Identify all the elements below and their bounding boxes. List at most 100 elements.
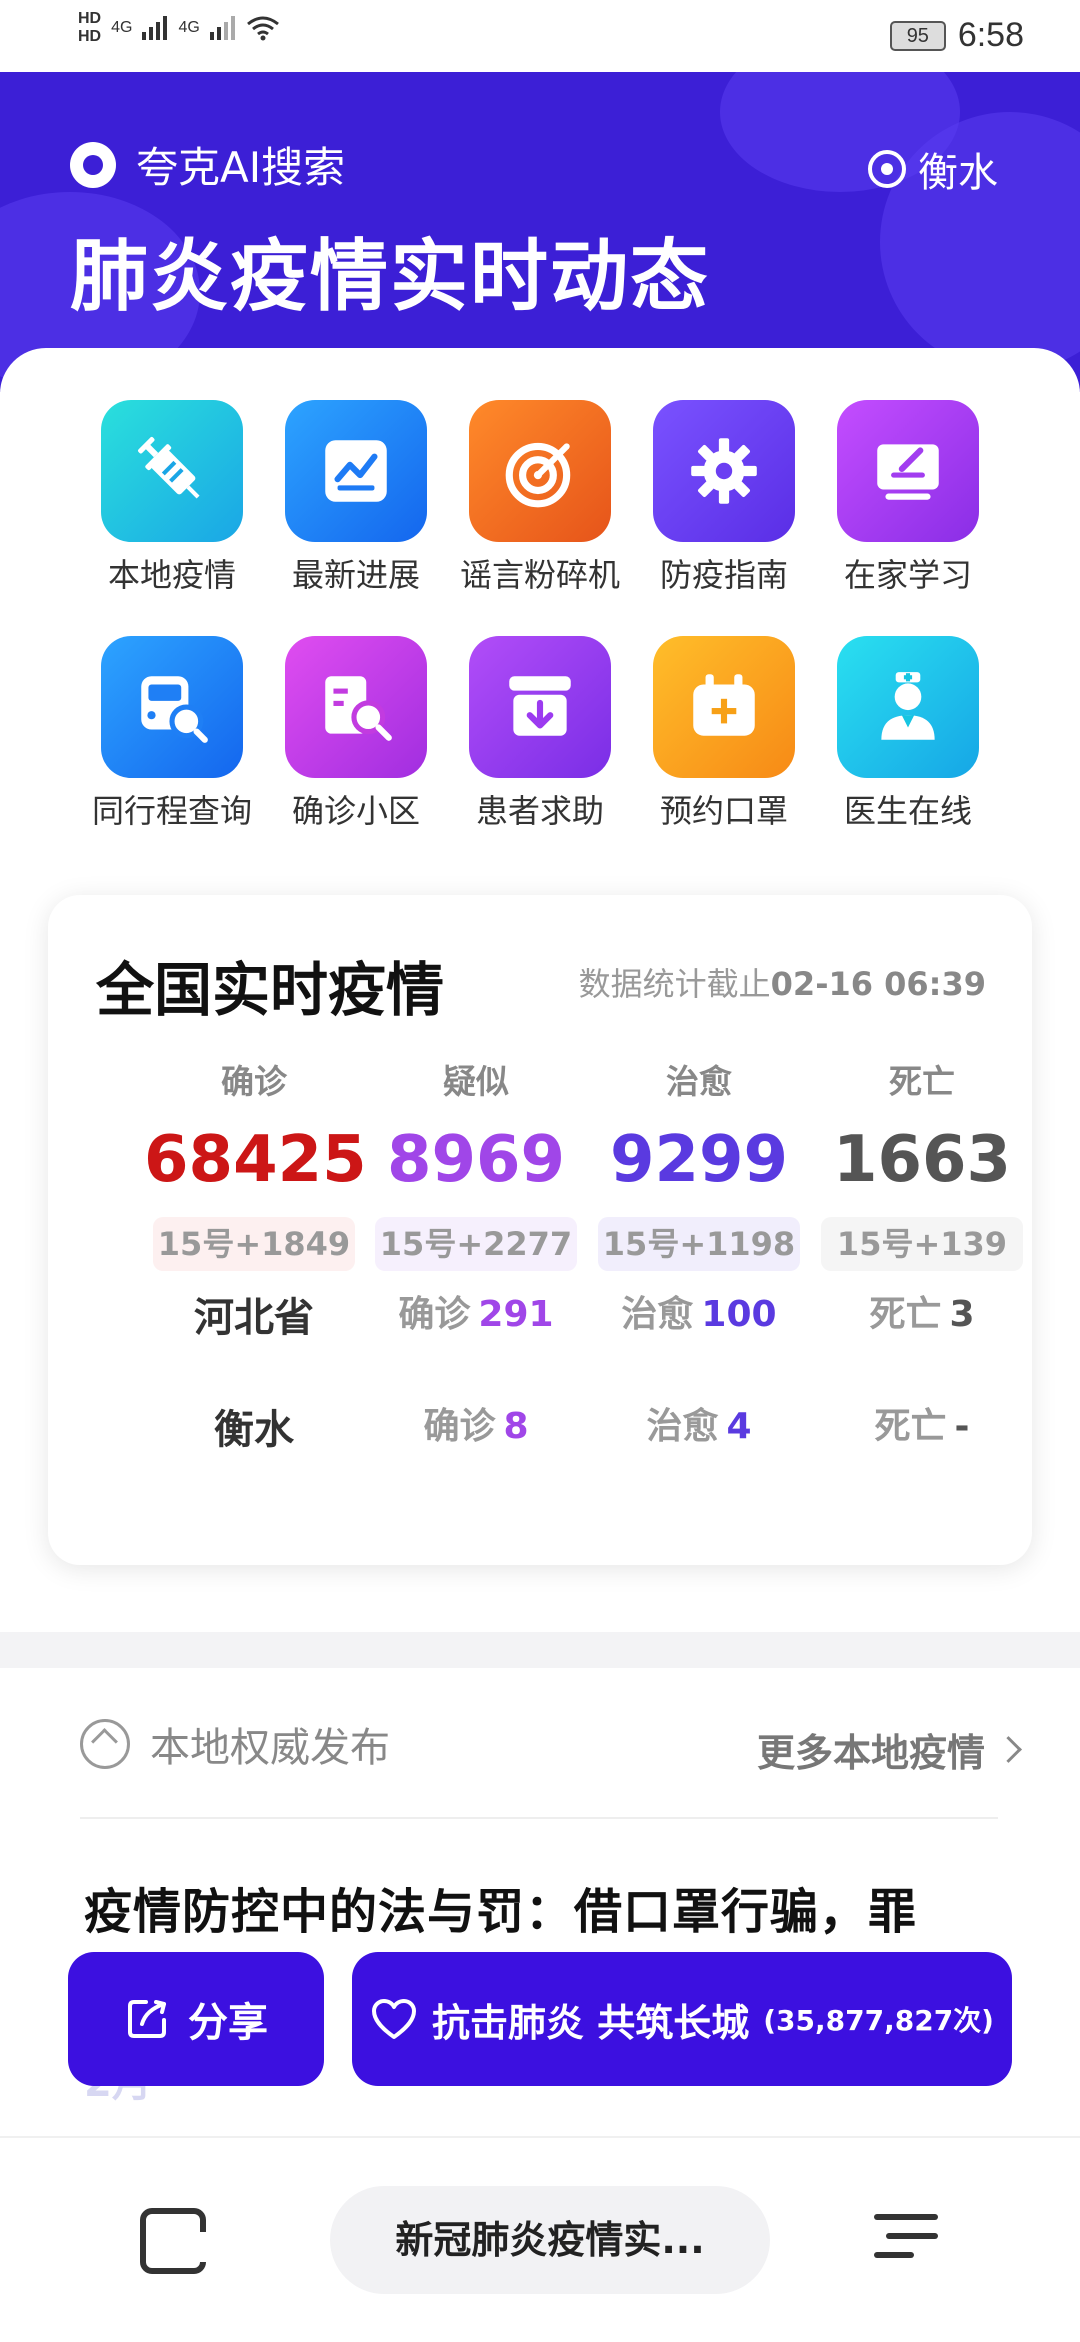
sim2-label: 4G	[178, 19, 200, 36]
location-selector[interactable]: 衡水	[868, 140, 998, 198]
chart-icon	[325, 440, 387, 502]
status-bar: HD HD 4G 4G 95 6:58	[0, 0, 1080, 72]
support-label: 抗击肺炎 共筑长城	[432, 2000, 750, 2045]
grid-item-doctor-online[interactable]: 医生在线	[818, 636, 998, 832]
hd-badges: HD HD	[78, 10, 101, 46]
local-section-heading: 本地权威发布	[80, 1715, 390, 1773]
grid-item-latest-progress[interactable]: 最新进展	[266, 400, 446, 596]
stat-value: 8969	[386, 1123, 566, 1197]
stat-delta: 15号+2277	[375, 1217, 577, 1271]
bus-search-icon	[141, 676, 208, 743]
support-button[interactable]: 抗击肺炎 共筑长城 (35,877,827次)	[352, 1952, 1012, 2086]
brand[interactable]: 夸克AI搜索	[70, 134, 345, 195]
menu-icon[interactable]	[874, 2214, 938, 2271]
bottom-toolbar: 新冠肺炎疫情实...	[0, 2136, 1080, 2342]
brand-name: 夸克AI搜索	[136, 143, 346, 192]
share-button[interactable]: 分享	[68, 1952, 324, 2086]
tile	[469, 400, 611, 542]
grid-label: 谣言粉碎机	[459, 556, 620, 594]
tile	[653, 636, 795, 778]
region-confirmed-value: 291	[478, 1294, 554, 1335]
stat-delta: 15号+1198	[598, 1217, 800, 1271]
tile	[653, 400, 795, 542]
region-dead-value: -	[954, 1406, 970, 1447]
stat-value: 1663	[832, 1123, 1012, 1197]
tile	[101, 400, 243, 542]
grid-item-prevention-guide[interactable]: 防疫指南	[634, 400, 814, 596]
region-name: 河北省	[194, 1295, 314, 1341]
grid-label: 最新进展	[291, 556, 420, 594]
calendar-plus-icon	[693, 674, 755, 736]
status-right: 95 6:58	[889, 16, 1024, 55]
region-confirmed-label: 确诊	[423, 1406, 496, 1447]
gear-icon	[691, 438, 757, 504]
stat-confirmed: 确诊 68425 15号+1849	[144, 1055, 367, 1271]
grid-item-book-masks[interactable]: 预约口罩	[634, 636, 814, 832]
section-divider	[0, 1632, 1080, 1668]
page-title: 肺炎疫情实时动态	[70, 232, 711, 322]
grid-item-study-at-home[interactable]: 在家学习	[818, 400, 998, 596]
arrow-up-circle-icon	[80, 1719, 130, 1769]
sim1-label: 4G	[111, 19, 133, 36]
region-cured-label: 治愈	[646, 1406, 719, 1447]
tabs-icon[interactable]	[140, 2208, 206, 2274]
location-name: 衡水	[918, 150, 998, 196]
grid-item-same-trip-query[interactable]: 同行程查询	[82, 636, 262, 832]
news-headline[interactable]: 疫情防控中的法与罚：借口罩行骗，罪	[84, 1872, 917, 1942]
grid-item-local-epidemic[interactable]: 本地疫情	[82, 400, 262, 596]
grid-label: 防疫指南	[659, 556, 788, 594]
update-prefix: 数据统计截止	[578, 965, 771, 1003]
tile	[101, 636, 243, 778]
grid-item-patient-help[interactable]: 患者求助	[450, 636, 630, 832]
quark-logo-icon	[70, 141, 116, 188]
stat-suspected: 疑似 8969 15号+2277	[366, 1055, 586, 1271]
signal-icon	[142, 16, 168, 40]
tile	[837, 636, 979, 778]
menu-line	[886, 2233, 938, 2239]
share-label: 分享	[188, 2000, 268, 2046]
grid-label: 预约口罩	[659, 792, 788, 830]
menu-line	[874, 2214, 938, 2220]
hd-badge-2: HD	[78, 28, 102, 45]
more-local-text: 更多本地疫情	[756, 1731, 985, 1775]
clock: 6:58	[957, 16, 1024, 54]
stat-cured: 治愈 9299 15号+1198	[589, 1055, 809, 1271]
grid-item-confirmed-community[interactable]: 确诊小区	[266, 636, 446, 832]
battery-icon: 95	[889, 20, 946, 51]
hero-header: 夸克AI搜索 衡水 肺炎疫情实时动态	[0, 72, 1080, 392]
region-confirmed: 确诊 291	[366, 1285, 586, 1337]
update-timestamp: 02-16 06:39	[770, 965, 986, 1003]
signal-group: HD HD 4G 4G	[78, 10, 280, 46]
region-confirmed-label: 确诊	[398, 1294, 471, 1335]
menu-line	[874, 2252, 914, 2258]
syringe-icon	[138, 437, 200, 499]
region-dead: 死亡 -	[812, 1397, 1032, 1449]
tile	[285, 400, 427, 542]
grid-item-rumor-crusher[interactable]: 谣言粉碎机	[450, 400, 630, 596]
stat-label: 治愈	[666, 1062, 732, 1101]
update-time: 数据统计截止02-16 06:39	[579, 959, 986, 1005]
region-confirmed: 确诊 8	[366, 1397, 586, 1449]
region-confirmed-value: 8	[503, 1406, 529, 1447]
heart-icon	[372, 1999, 417, 2039]
doctor-icon	[881, 672, 935, 740]
stat-label: 疑似	[443, 1062, 509, 1101]
national-stats-card: 全国实时疫情 数据统计截止02-16 06:39 确诊 68425 15号+18…	[48, 895, 1032, 1565]
region-cured-label: 治愈	[621, 1294, 694, 1335]
region-dead-label: 死亡	[874, 1406, 947, 1447]
stat-delta: 15号+1849	[153, 1217, 355, 1271]
wifi-icon	[246, 16, 279, 41]
grid-label: 医生在线	[843, 792, 972, 830]
region-cured-value: 100	[701, 1294, 777, 1335]
signal-icon	[209, 16, 235, 40]
grid-label: 本地疫情	[107, 556, 236, 594]
region-dead-label: 死亡	[869, 1294, 942, 1335]
grid-label: 确诊小区	[291, 792, 420, 830]
stat-label: 确诊	[221, 1062, 287, 1101]
card-title: 全国实时疫情	[96, 956, 445, 1024]
more-local-link[interactable]: 更多本地疫情	[756, 1722, 1022, 1777]
share-icon	[128, 2000, 166, 2038]
tile	[837, 400, 979, 542]
tile	[469, 636, 611, 778]
address-pill[interactable]: 新冠肺炎疫情实...	[330, 2186, 770, 2294]
